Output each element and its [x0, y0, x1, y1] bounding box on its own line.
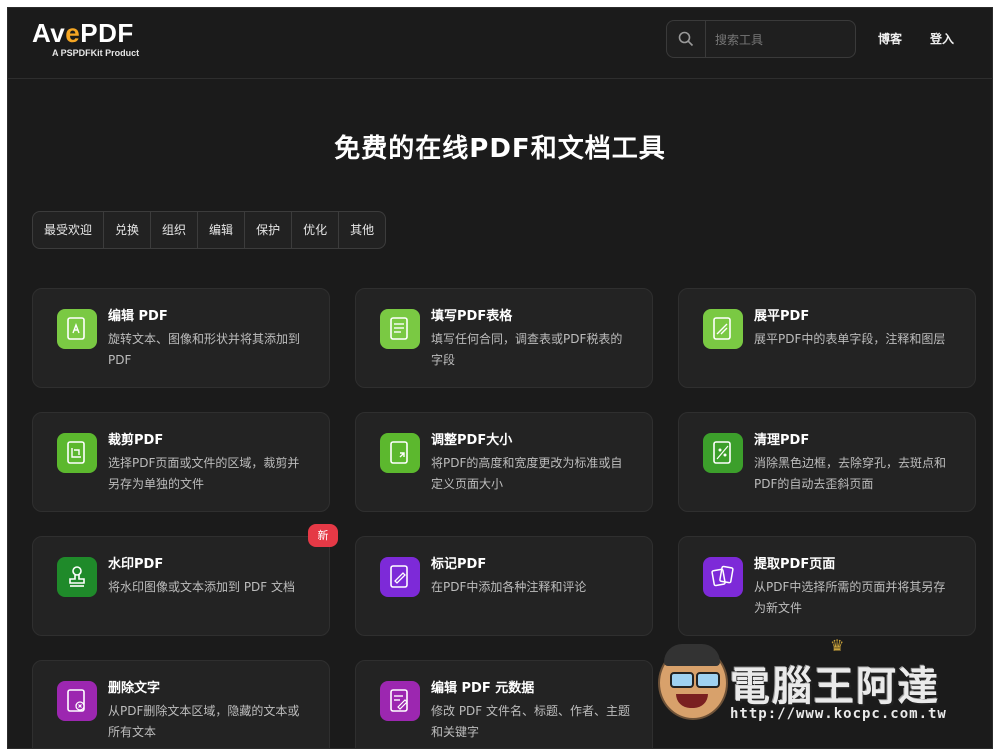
tab-optimize[interactable]: 优化 [292, 212, 340, 248]
tool-description: 将水印图像或文本添加到 PDF 文档 [108, 580, 296, 594]
tool-card-fill-form[interactable]: 填写PDF表格 填写任何合同，调查表或PDF税表的字段 [355, 288, 653, 388]
markup-icon [380, 557, 420, 597]
tool-title: 标记PDF [431, 557, 487, 572]
tool-title: 提取PDF页面 [754, 557, 836, 572]
crop-icon [57, 433, 97, 473]
tool-title: 裁剪PDF [108, 433, 164, 448]
watermark-text: 電腦王阿達 [730, 664, 940, 710]
tool-card-flatten[interactable]: 展平PDF 展平PDF中的表单字段，注释和图层 [678, 288, 976, 388]
tool-title: 填写PDF表格 [431, 309, 513, 324]
tool-title: 编辑 PDF [108, 309, 168, 324]
fill-form-icon [380, 309, 420, 349]
tool-card-clean[interactable]: 清理PDF 消除黑色边框，去除穿孔，去斑点和PDF的自动去歪斜页面 [678, 412, 976, 512]
edit-pdf-icon [57, 309, 97, 349]
tool-title: 展平PDF [754, 309, 810, 324]
tool-card-resize[interactable]: 调整PDF大小 将PDF的高度和宽度更改为标准或自定义页面大小 [355, 412, 653, 512]
app-frame: AvePDF A PSPDFKit Product 博客 登入 免费的在线PDF… [8, 8, 992, 748]
logo-subtitle: A PSPDFKit Product [52, 48, 140, 58]
tool-description: 填写任何合同，调查表或PDF税表的字段 [431, 332, 623, 367]
stamp-icon [57, 557, 97, 597]
tool-description: 在PDF中添加各种注释和评论 [431, 580, 587, 594]
tool-card-watermark[interactable]: 水印PDF 将水印图像或文本添加到 PDF 文档 [32, 536, 330, 636]
tab-popular[interactable]: 最受欢迎 [33, 212, 105, 248]
page-title: 免费的在线PDF和文档工具 [334, 134, 666, 164]
search-icon[interactable] [667, 21, 706, 57]
clean-icon [703, 433, 743, 473]
logo-wordmark: AvePDF [32, 20, 139, 46]
tool-description: 从PDF删除文本区域，隐藏的文本或所有文本 [108, 704, 300, 739]
tool-card-edit-pdf[interactable]: 编辑 PDF 旋转文本、图像和形状并将其添加到 PDF [32, 288, 330, 388]
extract-icon [703, 557, 743, 597]
tool-title: 调整PDF大小 [431, 433, 513, 448]
logo-accent: e [65, 18, 81, 48]
resize-icon [380, 433, 420, 473]
watermark-url: http://www.kocpc.com.tw [730, 706, 947, 722]
logo-part: PDF [80, 18, 134, 48]
tool-description: 从PDF中选择所需的页面并将其另存为新文件 [754, 580, 946, 615]
delete-text-icon [57, 681, 97, 721]
tool-title: 删除文字 [108, 681, 161, 696]
site-watermark: ♛ 電腦王阿達 http://www.kocpc.com.tw [658, 636, 968, 728]
tab-organize[interactable]: 组织 [151, 212, 199, 248]
nav-login-link[interactable]: 登入 [930, 30, 954, 47]
metadata-icon [380, 681, 420, 721]
flatten-icon [703, 309, 743, 349]
tool-card-crop[interactable]: 裁剪PDF 选择PDF页面或文件的区域，裁剪并另存为单独的文件 [32, 412, 330, 512]
logo[interactable]: AvePDF A PSPDFKit Product [32, 20, 139, 58]
tool-card-delete-text[interactable]: 删除文字 从PDF删除文本区域，隐藏的文本或所有文本 [32, 660, 330, 748]
tool-card-metadata[interactable]: 编辑 PDF 元数据 修改 PDF 文件名、标题、作者、主题和关键字 [355, 660, 653, 748]
search-box [666, 20, 856, 58]
tool-description: 选择PDF页面或文件的区域，裁剪并另存为单独的文件 [108, 456, 300, 491]
tool-card-extract-pages[interactable]: 提取PDF页面 从PDF中选择所需的页面并将其另存为新文件 [678, 536, 976, 636]
tab-other[interactable]: 其他 [339, 212, 385, 248]
tab-edit[interactable]: 编辑 [198, 212, 246, 248]
tool-title: 水印PDF [108, 557, 164, 572]
tab-protect[interactable]: 保护 [245, 212, 293, 248]
category-tabs: 最受欢迎 兑换 组织 编辑 保护 优化 其他 [32, 211, 387, 249]
nav-blog-link[interactable]: 博客 [878, 30, 902, 47]
mascot-face-icon [658, 644, 728, 720]
tool-description: 旋转文本、图像和形状并将其添加到 PDF [108, 332, 301, 367]
logo-part: Av [32, 18, 66, 48]
search-input[interactable] [713, 30, 847, 50]
tool-description: 将PDF的高度和宽度更改为标准或自定义页面大小 [431, 456, 623, 491]
crown-icon: ♛ [830, 636, 845, 655]
tool-description: 修改 PDF 文件名、标题、作者、主题和关键字 [431, 704, 631, 739]
tab-convert[interactable]: 兑换 [104, 212, 152, 248]
tool-title: 清理PDF [754, 433, 810, 448]
tool-description: 展平PDF中的表单字段，注释和图层 [754, 332, 946, 346]
tool-card-markup[interactable]: 标记PDF 在PDF中添加各种注释和评论 [355, 536, 653, 636]
tool-description: 消除黑色边框，去除穿孔，去斑点和PDF的自动去歪斜页面 [754, 456, 947, 491]
tool-title: 编辑 PDF 元数据 [431, 681, 535, 696]
new-badge: 新 [308, 524, 338, 547]
top-bar: AvePDF A PSPDFKit Product 博客 登入 [8, 8, 992, 79]
